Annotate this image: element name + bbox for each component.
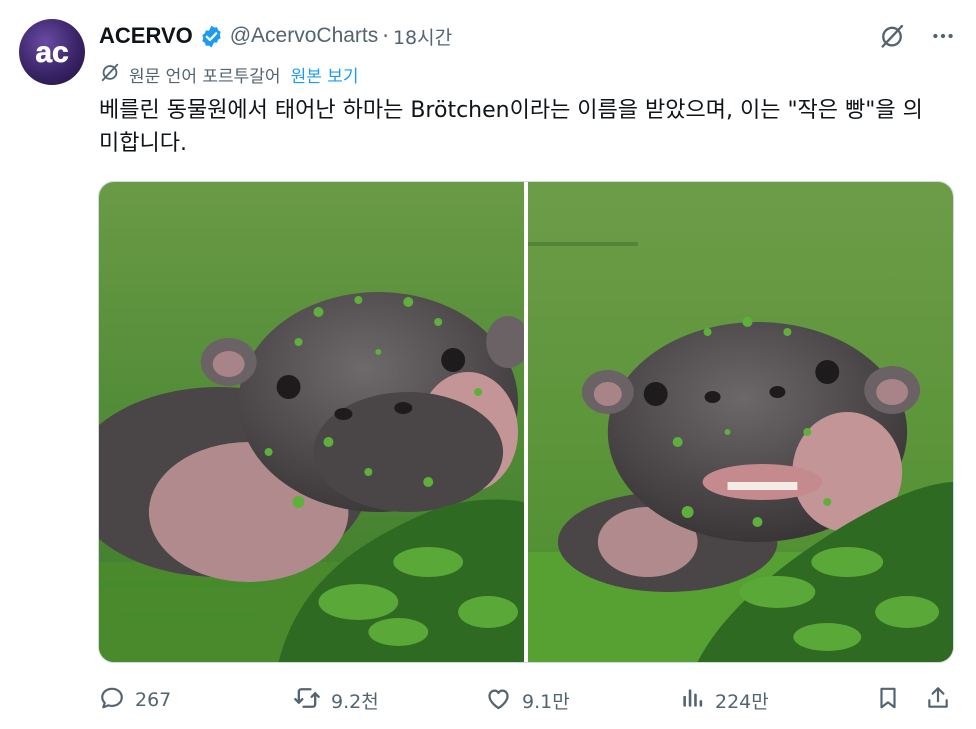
- grok-icon[interactable]: [878, 22, 906, 50]
- photo-hippo-closed-mouth[interactable]: [99, 182, 524, 662]
- retweet-button[interactable]: 9.2천: [293, 680, 379, 720]
- display-name[interactable]: ACERVO: [99, 23, 193, 49]
- views-button[interactable]: 224만: [679, 680, 769, 720]
- like-icon: [485, 685, 512, 716]
- user-handle[interactable]: @AcervoCharts: [230, 24, 379, 48]
- photo-hippo-open-mouth[interactable]: [528, 182, 953, 662]
- reply-icon: [99, 685, 125, 715]
- like-count: 9.1만: [522, 690, 570, 713]
- separator-dot: ·: [382, 24, 389, 48]
- acervo-logo: ac: [35, 36, 69, 70]
- bookmark-button[interactable]: [875, 680, 901, 720]
- translation-notice: 원문 언어 포르투갈어 원본 보기: [99, 60, 359, 88]
- svg-text:ac: ac: [35, 36, 68, 69]
- tweet-header: ACERVO @AcervoCharts · 18시간: [99, 19, 956, 53]
- show-original-link[interactable]: 원본 보기: [291, 62, 359, 87]
- retweet-count: 9.2천: [331, 690, 379, 713]
- header-actions: [878, 19, 956, 53]
- retweet-icon: [293, 684, 321, 716]
- tweet-time[interactable]: 18시간: [393, 23, 452, 50]
- media-grid: [98, 181, 954, 663]
- tweet-actions: 267 9.2천 9.1만 224만: [99, 680, 954, 720]
- bookmark-icon: [875, 685, 901, 715]
- more-icon[interactable]: [930, 23, 956, 49]
- views-icon: [679, 685, 705, 715]
- translate-icon: [99, 61, 121, 87]
- verified-badge-icon: [199, 24, 224, 49]
- share-icon: [925, 685, 951, 715]
- share-button[interactable]: [925, 680, 951, 720]
- reply-button[interactable]: 267: [99, 680, 171, 720]
- tweet-text: 베를린 동물원에서 태어난 하마는 Brötchen이라는 이름을 받았으며, …: [99, 98, 923, 156]
- like-button[interactable]: 9.1만: [485, 680, 570, 720]
- translation-label: 원문 언어 포르투갈어: [129, 66, 281, 87]
- views-count: 224만: [715, 690, 769, 713]
- reply-count: 267: [135, 689, 172, 711]
- avatar[interactable]: ac: [19, 19, 85, 85]
